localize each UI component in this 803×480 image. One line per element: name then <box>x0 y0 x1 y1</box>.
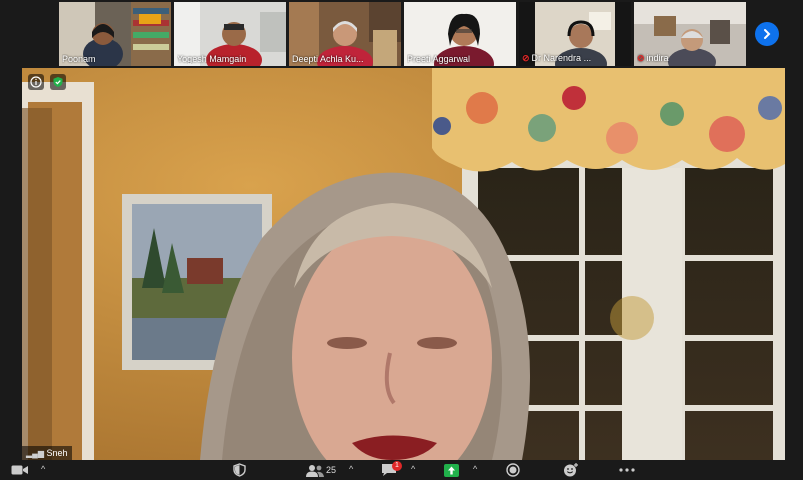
chevron-right-icon <box>764 29 771 39</box>
shield-icon <box>233 463 246 477</box>
record-icon <box>506 463 520 477</box>
video-camera-icon <box>11 465 28 475</box>
muted-mic-icon: ⊘ <box>637 53 645 63</box>
participant-name: Poonam <box>62 54 96 64</box>
video-options-caret-icon[interactable]: ^ <box>41 464 45 474</box>
participant-name: Yogesh Mamgain <box>177 54 247 64</box>
chat-unread-badge: 1 <box>392 461 402 471</box>
participants-options-caret-icon[interactable]: ^ <box>349 464 353 474</box>
info-icon <box>30 76 42 88</box>
meeting-info-button[interactable] <box>28 74 44 90</box>
participant-tile[interactable]: Yogesh Mamgain <box>174 2 286 66</box>
participant-tile[interactable]: Poonam <box>59 2 171 66</box>
participant-tile[interactable]: Deepti Achla Ku... <box>289 2 401 66</box>
video-button[interactable] <box>11 463 29 477</box>
shield-check-icon <box>53 77 63 87</box>
share-options-caret-icon[interactable]: ^ <box>473 464 477 474</box>
gallery-strip: Poonam Yogesh Mamgain Deepti Achla Ku... <box>0 0 803 68</box>
participants-icon <box>306 464 324 477</box>
encryption-status-button[interactable] <box>50 74 66 90</box>
speaker-name-label: ▂▄▆ Sneh <box>22 446 72 460</box>
participant-name: Preeti Aggarwal <box>407 54 471 64</box>
next-page-button[interactable] <box>755 22 779 46</box>
participant-name-text: indira <box>646 53 669 63</box>
speaker-name-text: Sneh <box>46 448 68 458</box>
record-button[interactable] <box>506 463 520 477</box>
share-screen-button[interactable] <box>444 463 459 477</box>
participants-button[interactable]: 25 <box>306 463 336 477</box>
participant-name: ⊘ Dr Narendra ... <box>522 53 591 64</box>
share-screen-icon <box>444 463 459 477</box>
signal-bars-icon: ▂▄▆ <box>26 449 44 458</box>
participant-tile[interactable]: ⊘ indira <box>634 2 746 66</box>
more-button[interactable] <box>619 463 635 477</box>
participant-name: Deepti Achla Ku... <box>292 54 364 64</box>
reactions-button[interactable] <box>563 463 579 477</box>
smiley-add-icon <box>564 463 578 477</box>
participant-name: ⊘ indira <box>637 53 669 64</box>
speaker-video-frame <box>22 68 785 460</box>
participants-count: 25 <box>326 465 337 475</box>
participant-name-text: Dr Narendra ... <box>531 53 592 63</box>
security-button[interactable] <box>233 463 246 477</box>
more-dots-icon <box>619 468 635 472</box>
meeting-toolbar: ^ 25 ^ 1 ^ ^ <box>0 460 803 480</box>
active-speaker-video[interactable] <box>22 68 785 460</box>
participant-tile[interactable]: ⊘ Dr Narendra ... <box>519 2 631 66</box>
participant-tile[interactable]: Preeti Aggarwal <box>404 2 516 66</box>
chat-options-caret-icon[interactable]: ^ <box>411 464 415 474</box>
muted-mic-icon: ⊘ <box>522 53 530 63</box>
